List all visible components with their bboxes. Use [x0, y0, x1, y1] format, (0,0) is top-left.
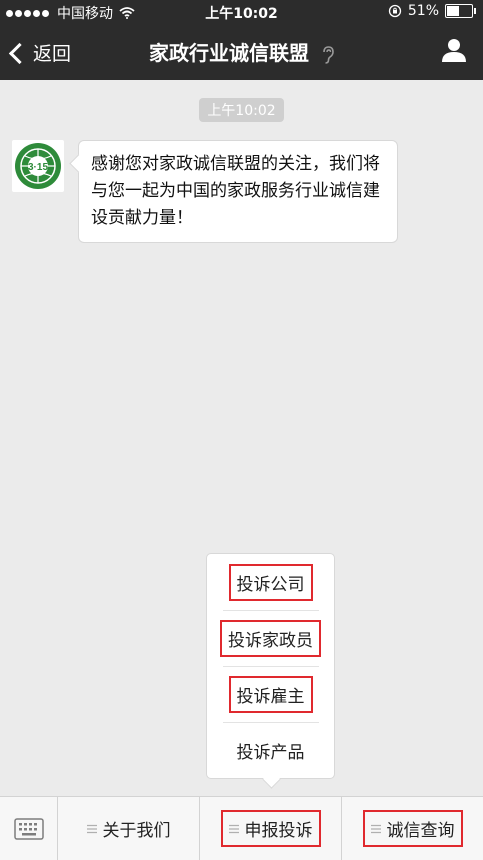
logo-315-icon: 3·15 [15, 143, 61, 189]
keyboard-icon [13, 817, 44, 840]
keyboard-toggle-button[interactable] [0, 797, 58, 860]
logo-315-text: 3·15 [28, 162, 48, 173]
submenu-label: 投诉雇主 [228, 675, 313, 713]
menu-label: 关于我们 [102, 821, 171, 841]
menu-label: 诚信查询 [386, 821, 455, 841]
page-title-wrap: 家政行业诚信联盟 [0, 37, 483, 66]
avatar[interactable]: 3·15 [12, 140, 64, 192]
submenu-label: 投诉家政员 [220, 619, 321, 657]
submenu-item-complain-housekeeper[interactable]: 投诉家政员 [207, 610, 334, 666]
page-title: 家政行业诚信联盟 [149, 41, 310, 65]
menu-lines-icon [370, 824, 381, 833]
ear-icon [323, 45, 334, 64]
menu-lines-icon [228, 824, 239, 833]
battery-icon [445, 4, 476, 18]
orientation-lock-icon [388, 4, 402, 18]
battery-level [447, 6, 459, 16]
timestamp-wrap: 上午10:02 [0, 98, 483, 122]
complaint-submenu: 投诉公司 投诉家政员 投诉雇主 投诉产品 [206, 553, 335, 779]
submenu-label: 投诉产品 [236, 742, 305, 763]
status-bar: 中国移动 上午10:02 51% [0, 0, 483, 24]
menu-credit-check[interactable]: 诚信查询 [342, 797, 483, 860]
submenu-label: 投诉公司 [228, 563, 313, 601]
menu-inner: 诚信查询 [362, 810, 463, 847]
submenu-item-complain-employer[interactable]: 投诉雇主 [207, 666, 334, 722]
profile-icon[interactable] [441, 37, 467, 63]
menu-lines-icon [86, 824, 97, 833]
message-bubble[interactable]: 感谢您对家政诚信联盟的关注，我们将与您一起为中国的家政服务行业诚信建设贡献力量！ [78, 140, 398, 243]
menu-inner: 关于我们 [81, 812, 177, 845]
message-text: 感谢您对家政诚信联盟的关注，我们将与您一起为中国的家政服务行业诚信建设贡献力量！ [91, 154, 380, 228]
submenu-item-complain-company[interactable]: 投诉公司 [207, 554, 334, 610]
status-right: 51% [388, 3, 476, 19]
submenu-item-complain-product[interactable]: 投诉产品 [207, 722, 334, 778]
menu-label: 申报投诉 [244, 821, 313, 841]
bottom-menu-bar: 关于我们 申报投诉 诚信查询 [0, 796, 483, 860]
menu-about-us[interactable]: 关于我们 [58, 797, 200, 860]
nav-bar: 返回 家政行业诚信联盟 [0, 24, 483, 80]
message-timestamp: 上午10:02 [199, 98, 284, 122]
menu-inner: 申报投诉 [220, 810, 321, 847]
battery-percent: 51% [407, 3, 439, 19]
menu-submit-complaint[interactable]: 申报投诉 [200, 797, 342, 860]
